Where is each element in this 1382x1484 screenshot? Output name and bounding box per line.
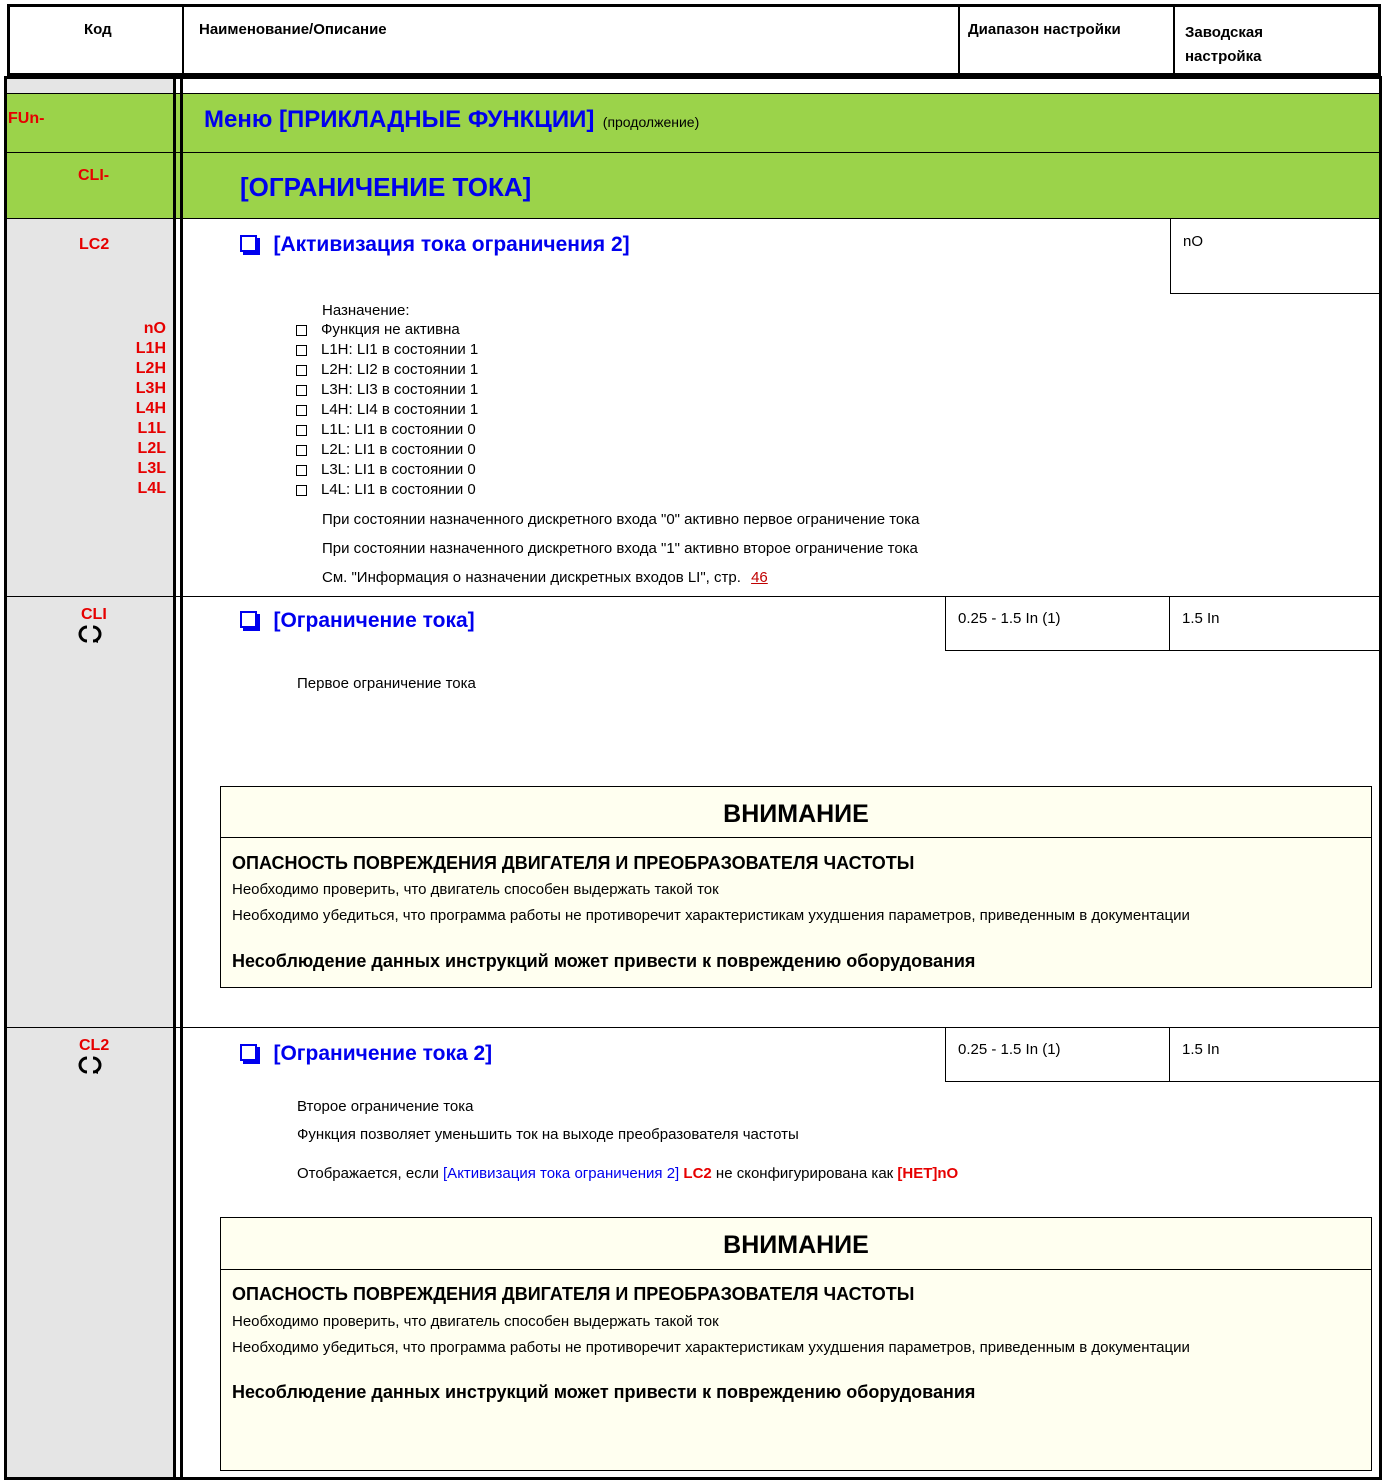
option-code-l2l: L2L (137, 440, 166, 457)
cl2-code: CL2 (79, 1037, 110, 1054)
lc2-note-3: См. "Информация о назначении дискретных … (322, 569, 768, 586)
checkbox-icon (296, 444, 307, 456)
lc2-assignment-label: Назначение: (322, 302, 410, 319)
cli-factory-cell: 1.5 In (1170, 596, 1379, 651)
warning-footer: Несоблюдение данных инструкций может при… (232, 1382, 976, 1402)
cl2-desc-2: Функция позволяет уменьшить ток на выход… (297, 1126, 799, 1143)
warning-line-2: Необходимо убедиться, что программа рабо… (232, 1339, 1190, 1356)
col-code-header: Код (84, 21, 112, 38)
option-code-l3h: L3H (135, 380, 166, 397)
option-item: L2L: LI1 в состоянии 0 (296, 441, 476, 458)
lc2-code: LC2 (79, 236, 110, 253)
option-item: L1L: LI1 в состоянии 0 (296, 421, 476, 438)
warning-title: ВНИМАНИЕ (723, 800, 869, 828)
square-bullet-icon (240, 1044, 260, 1064)
col-name-header: Наименование/Описание (199, 21, 387, 38)
cli-title: [Ограничение тока] (240, 609, 475, 633)
option-code-no: nO (143, 320, 166, 337)
checkbox-icon (296, 364, 307, 376)
code-column (7, 79, 173, 1477)
square-bullet-icon (240, 235, 260, 255)
warning-line-1: Необходимо проверить, что двигатель спос… (232, 1313, 719, 1330)
warning-line-2: Необходимо убедиться, что программа рабо… (232, 907, 1190, 924)
cl2-range-cell: 0.25 - 1.5 In (1) (945, 1027, 1170, 1082)
lc2-title: [Активизация тока ограничения 2] (240, 233, 630, 257)
checkbox-icon (296, 484, 307, 496)
option-code-l2h: L2H (135, 360, 166, 377)
warning-box: ВНИМАНИЕ ОПАСНОСТЬ ПОВРЕЖДЕНИЯ ДВИГАТЕЛЯ… (220, 1217, 1372, 1471)
warning-footer: Несоблюдение данных инструкций может при… (232, 951, 976, 971)
cl2-desc-1: Второе ограничение тока (297, 1098, 474, 1115)
cl2-factory-cell: 1.5 In (1170, 1027, 1379, 1082)
option-code-l3l: L3L (137, 460, 166, 477)
cl2-title: [Ограничение тока 2] (240, 1042, 492, 1066)
submenu-row: CLI- (7, 153, 1379, 219)
option-item: L4L: LI1 в состоянии 0 (296, 481, 476, 498)
cl2-factory-value: 1.5 In (1182, 1041, 1220, 1058)
warning-heading: ОПАСНОСТЬ ПОВРЕЖДЕНИЯ ДВИГАТЕЛЯ И ПРЕОБР… (232, 1284, 915, 1304)
menu-code: FUn- (8, 110, 45, 127)
checkbox-icon (296, 344, 307, 356)
col-range-header: Диапазон настройки (968, 21, 1121, 38)
rotate-arrows-icon (78, 1056, 102, 1074)
checkbox-icon (296, 464, 307, 476)
option-item: Функция не активна (296, 321, 460, 338)
menu-title: Меню [ПРИКЛАДНЫЕ ФУНКЦИИ] (продолжение) (204, 106, 699, 134)
cli-factory-value: 1.5 In (1182, 610, 1220, 627)
page-link[interactable]: 46 (751, 569, 768, 586)
warning-heading: ОПАСНОСТЬ ПОВРЕЖДЕНИЯ ДВИГАТЕЛЯ И ПРЕОБР… (232, 853, 915, 873)
checkbox-icon (296, 424, 307, 436)
square-bullet-icon (240, 611, 260, 631)
option-code-l4l: L4L (137, 480, 166, 497)
col-factory-header: Заводская настройка (1185, 24, 1263, 65)
option-item: L3L: LI1 в состоянии 0 (296, 461, 476, 478)
option-code-l4h: L4H (135, 400, 166, 417)
option-item: L3H: LI3 в состоянии 1 (296, 381, 478, 398)
cli-range-value: 0.25 - 1.5 In (1) (958, 610, 1061, 627)
option-code-l1h: L1H (135, 340, 166, 357)
submenu-title: [ОГРАНИЧЕНИЕ ТОКА] (240, 172, 532, 202)
menu-title-text: Меню [ПРИКЛАДНЫЕ ФУНКЦИИ] (204, 106, 595, 133)
rotate-arrows-icon (78, 625, 102, 643)
checkbox-icon (296, 324, 307, 336)
cl2-visibility-note: Отображается, если [Активизация тока огр… (297, 1165, 959, 1182)
option-item: L2H: LI2 в состоянии 1 (296, 361, 478, 378)
lc2-factory-value: nO (1183, 233, 1204, 250)
warning-line-1: Необходимо проверить, что двигатель спос… (232, 881, 719, 898)
table-header: Код Наименование/Описание Диапазон настр… (7, 4, 1381, 76)
cl2-range-value: 0.25 - 1.5 In (1) (958, 1041, 1061, 1058)
option-item: L4H: LI4 в состоянии 1 (296, 401, 478, 418)
cli-range-cell: 0.25 - 1.5 In (1) (945, 596, 1170, 651)
lc2-factory-cell: nO (1170, 219, 1379, 294)
submenu-code: CLI- (78, 167, 110, 184)
option-code-l1l: L1L (137, 420, 166, 437)
checkbox-icon (296, 384, 307, 396)
warning-box: ВНИМАНИЕ ОПАСНОСТЬ ПОВРЕЖДЕНИЯ ДВИГАТЕЛЯ… (220, 786, 1372, 988)
menu-continued: (продолжение) (602, 114, 700, 130)
checkbox-icon (296, 404, 307, 416)
option-item: L1H: LI1 в состоянии 1 (296, 341, 478, 358)
cli-code: CLI (81, 606, 107, 623)
lc2-note-2: При состоянии назначенного дискретного в… (322, 540, 918, 557)
warning-title: ВНИМАНИЕ (723, 1231, 869, 1259)
lc2-note-1: При состоянии назначенного дискретного в… (322, 511, 920, 528)
cli-desc: Первое ограничение тока (297, 675, 476, 692)
